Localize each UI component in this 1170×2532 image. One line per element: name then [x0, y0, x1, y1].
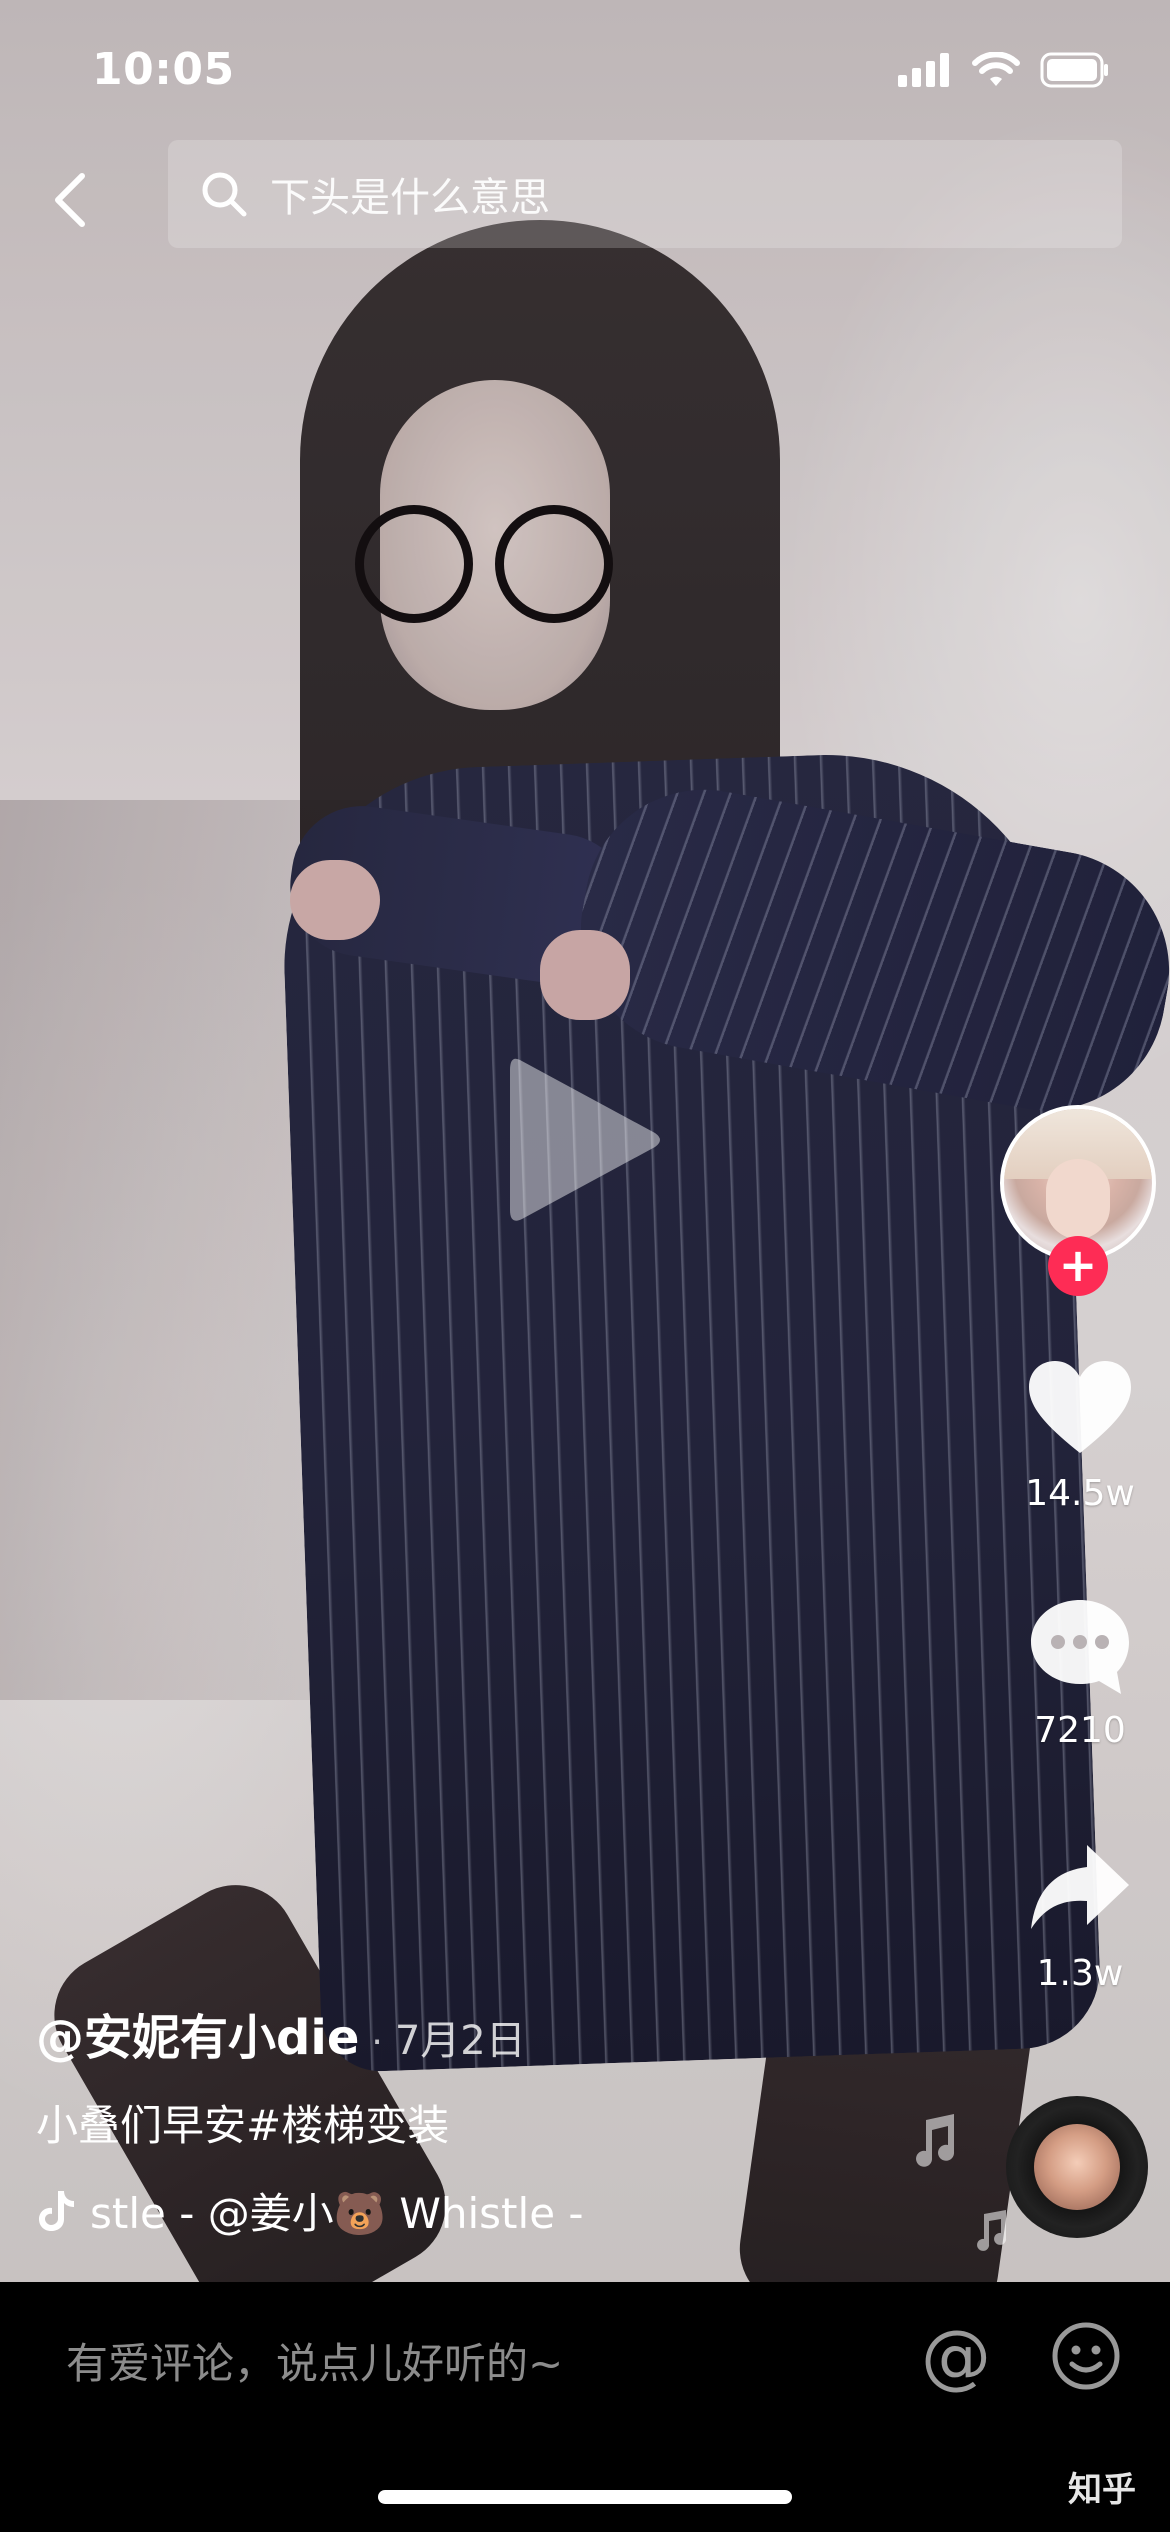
- separator-dot: ·: [371, 2022, 383, 2063]
- tiktok-icon: [39, 2190, 74, 2231]
- music-marquee[interactable]: stle - @姜小🐻 Whistle -: [36, 2180, 636, 2241]
- share-count: 1.3w: [1036, 1953, 1124, 1994]
- author-name[interactable]: @安妮有小die: [36, 1998, 359, 2068]
- follow-button[interactable]: +: [1048, 1236, 1108, 1296]
- home-indicator[interactable]: [378, 2490, 792, 2504]
- like-count: 14.5w: [1025, 1473, 1135, 1514]
- search-query: 下头是什么意思: [270, 175, 550, 221]
- watermark: 知乎: [1068, 2470, 1136, 2510]
- comment-input[interactable]: 有爱评论，说点儿好听的~: [66, 2330, 563, 2391]
- music-note-icon: [916, 2114, 955, 2167]
- share-button[interactable]: 1.3w: [1010, 1835, 1150, 1994]
- signal-icon: [898, 53, 949, 87]
- music-title: stle - @姜小🐻 Whistle -: [90, 2189, 584, 2238]
- like-button[interactable]: 14.5w: [1010, 1355, 1150, 1514]
- back-icon: [55, 173, 85, 227]
- mention-button[interactable]: @: [918, 2318, 994, 2394]
- status-icons: [898, 52, 1110, 88]
- wifi-icon: [972, 52, 1020, 86]
- play-icon[interactable]: [500, 1045, 670, 1235]
- music-cover: [1034, 2124, 1120, 2210]
- search-icon: [202, 172, 247, 217]
- status-time: 10:05: [92, 44, 235, 95]
- back-button[interactable]: [40, 160, 100, 240]
- share-icon: [1031, 1845, 1129, 1929]
- heart-icon: [1029, 1361, 1131, 1453]
- music-note-icon: [977, 2210, 1007, 2251]
- battery-icon: [1040, 52, 1108, 88]
- comment-icon: [1031, 1600, 1129, 1694]
- music-disc[interactable]: [1006, 2096, 1148, 2238]
- video-description[interactable]: 小叠们早安#楼梯变装: [36, 2092, 449, 2153]
- avatar-face: [1046, 1159, 1110, 1239]
- search-input[interactable]: 下头是什么意思: [168, 140, 1122, 248]
- author-line: @安妮有小die · 7月2日: [36, 1998, 526, 2068]
- comment-count: 7210: [1034, 1710, 1126, 1751]
- comment-button[interactable]: 7210: [1010, 1592, 1150, 1751]
- post-date: 7月2日: [394, 2018, 526, 2064]
- emoji-icon[interactable]: [1050, 2320, 1122, 2392]
